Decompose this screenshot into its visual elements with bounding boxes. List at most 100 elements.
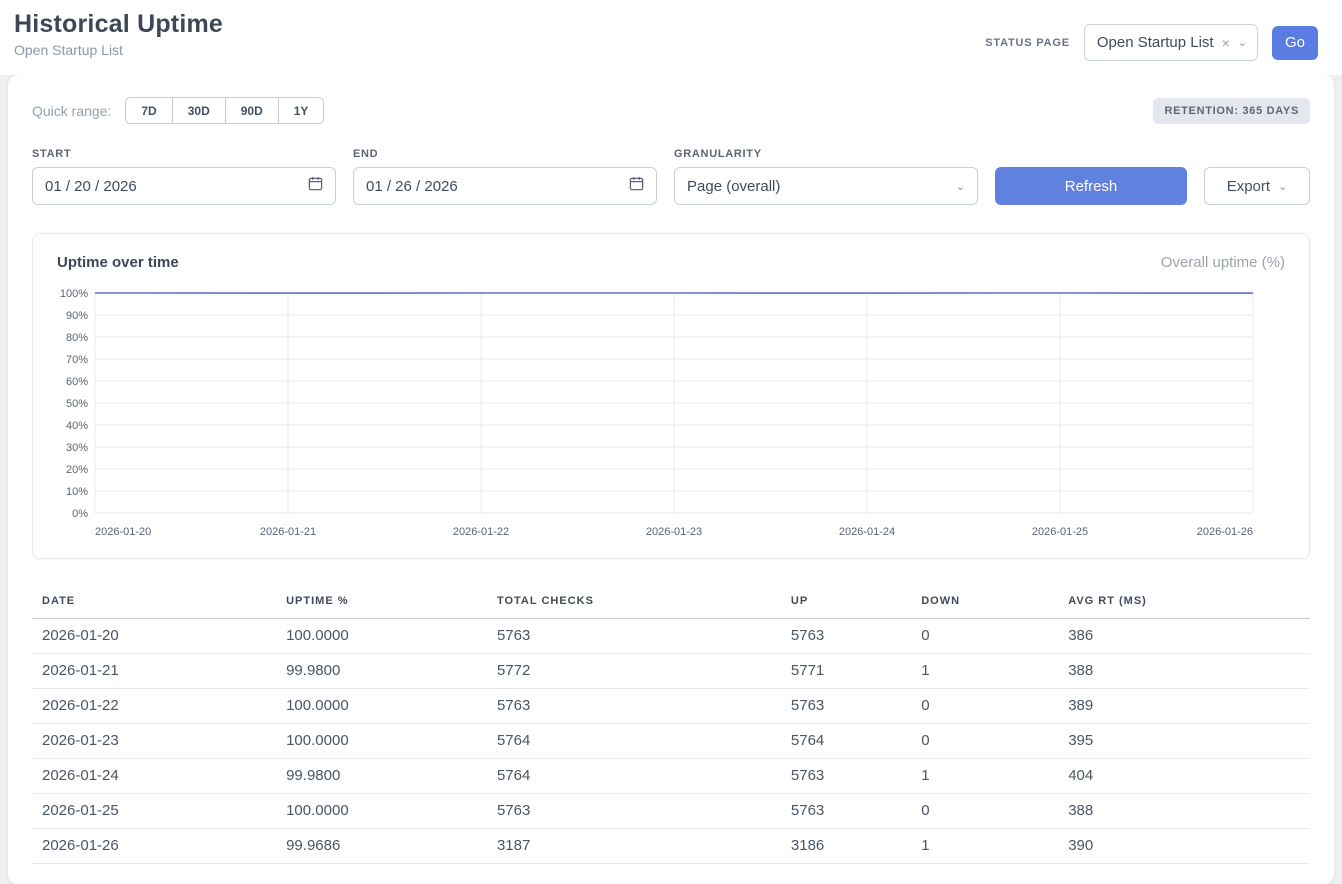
start-date-value: 01 / 20 / 2026: [45, 178, 137, 195]
table-cell: 5764: [487, 724, 781, 759]
x-axis-tick-label: 2026-01-22: [453, 526, 509, 538]
calendar-icon[interactable]: [629, 176, 644, 196]
table-cell: 5763: [487, 794, 781, 829]
table-cell: 2026-01-23: [32, 724, 276, 759]
y-axis-tick-label: 40%: [66, 420, 88, 432]
table-cell: 99.9686: [276, 829, 487, 864]
table-cell: 100.0000: [276, 794, 487, 829]
table-row: 2026-01-22100.0000576357630389: [32, 689, 1310, 724]
topbar: Historical Uptime Open Startup List STAT…: [0, 0, 1342, 75]
x-axis-tick-label: 2026-01-23: [646, 526, 702, 538]
table-cell: 3187: [487, 829, 781, 864]
quick-range-label: Quick range:: [32, 103, 111, 119]
go-button[interactable]: Go: [1272, 26, 1318, 60]
table-cell: 100.0000: [276, 689, 487, 724]
table-column-header: UPTIME %: [276, 585, 487, 619]
quick-range-30d[interactable]: 30D: [172, 97, 226, 124]
table-cell: 1: [911, 759, 1058, 794]
chart-legend: Overall uptime (%): [1161, 254, 1285, 271]
table-cell: 5763: [781, 689, 911, 724]
quick-range-90d[interactable]: 90D: [225, 97, 279, 124]
page-title: Historical Uptime: [14, 10, 223, 39]
table-cell: 1: [911, 829, 1058, 864]
table-cell: 2026-01-21: [32, 654, 276, 689]
table-cell: 0: [911, 794, 1058, 829]
table-header-row: DATEUPTIME %TOTAL CHECKSUPDOWNAVG RT (MS…: [32, 585, 1310, 619]
x-axis-tick-label: 2026-01-21: [260, 526, 316, 538]
chart-svg: 100%90%80%70%60%50%40%30%20%10%0%2026-01…: [53, 285, 1288, 541]
refresh-button[interactable]: Refresh: [995, 167, 1187, 205]
controls-row: START 01 / 20 / 2026 END 01 / 26 / 2026 …: [32, 148, 1310, 205]
table-cell: 386: [1058, 619, 1310, 654]
table-cell: 5764: [781, 724, 911, 759]
chart-title: Uptime over time: [57, 254, 179, 271]
table-column-header: DATE: [32, 585, 276, 619]
y-axis-tick-label: 50%: [66, 398, 88, 410]
x-axis-tick-label: 2026-01-20: [95, 526, 151, 538]
table-cell: 0: [911, 689, 1058, 724]
x-axis-tick-label: 2026-01-26: [1197, 526, 1253, 538]
table-cell: 1: [911, 654, 1058, 689]
table-cell: 5764: [487, 759, 781, 794]
granularity-label: GRANULARITY: [674, 148, 978, 160]
start-date-label: START: [32, 148, 336, 160]
export-button[interactable]: Export ⌄: [1204, 167, 1310, 205]
granularity-select[interactable]: Page (overall) ⌄: [674, 167, 978, 205]
table-cell: 100.0000: [276, 619, 487, 654]
start-date-field: START 01 / 20 / 2026: [32, 148, 336, 205]
table-column-header: DOWN: [911, 585, 1058, 619]
table-cell: 390: [1058, 829, 1310, 864]
table-column-header: TOTAL CHECKS: [487, 585, 781, 619]
table-cell: 5771: [781, 654, 911, 689]
table-cell: 99.9800: [276, 759, 487, 794]
granularity-field: GRANULARITY Page (overall) ⌄: [674, 148, 978, 205]
clear-icon[interactable]: ×: [1222, 36, 1230, 50]
table-cell: 404: [1058, 759, 1310, 794]
table-cell: 388: [1058, 654, 1310, 689]
table-cell: 388: [1058, 794, 1310, 829]
table-column-header: AVG RT (MS): [1058, 585, 1310, 619]
status-page-label: STATUS PAGE: [985, 37, 1070, 49]
table-cell: 395: [1058, 724, 1310, 759]
end-date-value: 01 / 26 / 2026: [366, 178, 458, 195]
uptime-table: DATEUPTIME %TOTAL CHECKSUPDOWNAVG RT (MS…: [32, 585, 1310, 864]
table-row: 2026-01-20100.0000576357630386: [32, 619, 1310, 654]
page-subtitle: Open Startup List: [14, 42, 223, 58]
table-cell: 5763: [781, 794, 911, 829]
table-cell: 5763: [781, 619, 911, 654]
table-row: 2026-01-25100.0000576357630388: [32, 794, 1310, 829]
quick-range-7d[interactable]: 7D: [125, 97, 172, 124]
y-axis-tick-label: 70%: [66, 354, 88, 366]
table-row: 2026-01-23100.0000576457640395: [32, 724, 1310, 759]
end-date-input[interactable]: 01 / 26 / 2026: [353, 167, 657, 205]
y-axis-tick-label: 100%: [60, 288, 88, 300]
table-cell: 0: [911, 619, 1058, 654]
table-cell: 2026-01-26: [32, 829, 276, 864]
x-axis-tick-label: 2026-01-25: [1032, 526, 1088, 538]
table-cell: 99.9800: [276, 654, 487, 689]
y-axis-tick-label: 80%: [66, 332, 88, 344]
status-page-select[interactable]: Open Startup List × ⌄: [1084, 24, 1258, 61]
quick-range-1y[interactable]: 1Y: [278, 97, 325, 124]
calendar-icon[interactable]: [308, 176, 323, 196]
table-cell: 2026-01-20: [32, 619, 276, 654]
quick-range-group: Quick range: 7D30D90D1Y: [32, 97, 324, 124]
table-cell: 5763: [487, 619, 781, 654]
table-cell: 100.0000: [276, 724, 487, 759]
table-cell: 5763: [487, 689, 781, 724]
table-cell: 5763: [781, 759, 911, 794]
table-column-header: UP: [781, 585, 911, 619]
table-cell: 5772: [487, 654, 781, 689]
table-cell: 2026-01-22: [32, 689, 276, 724]
chevron-down-icon: ⌄: [956, 180, 965, 193]
uptime-line-chart: 100%90%80%70%60%50%40%30%20%10%0%2026-01…: [53, 285, 1289, 546]
y-axis-tick-label: 60%: [66, 376, 88, 388]
quick-range-row: Quick range: 7D30D90D1Y RETENTION: 365 D…: [32, 97, 1310, 124]
start-date-input[interactable]: 01 / 20 / 2026: [32, 167, 336, 205]
table-cell: 0: [911, 724, 1058, 759]
export-button-label: Export: [1227, 178, 1270, 195]
topbar-right: STATUS PAGE Open Startup List × ⌄ Go: [985, 24, 1318, 61]
retention-badge: RETENTION: 365 DAYS: [1153, 98, 1310, 124]
title-block: Historical Uptime Open Startup List: [12, 10, 223, 58]
y-axis-tick-label: 10%: [66, 486, 88, 498]
